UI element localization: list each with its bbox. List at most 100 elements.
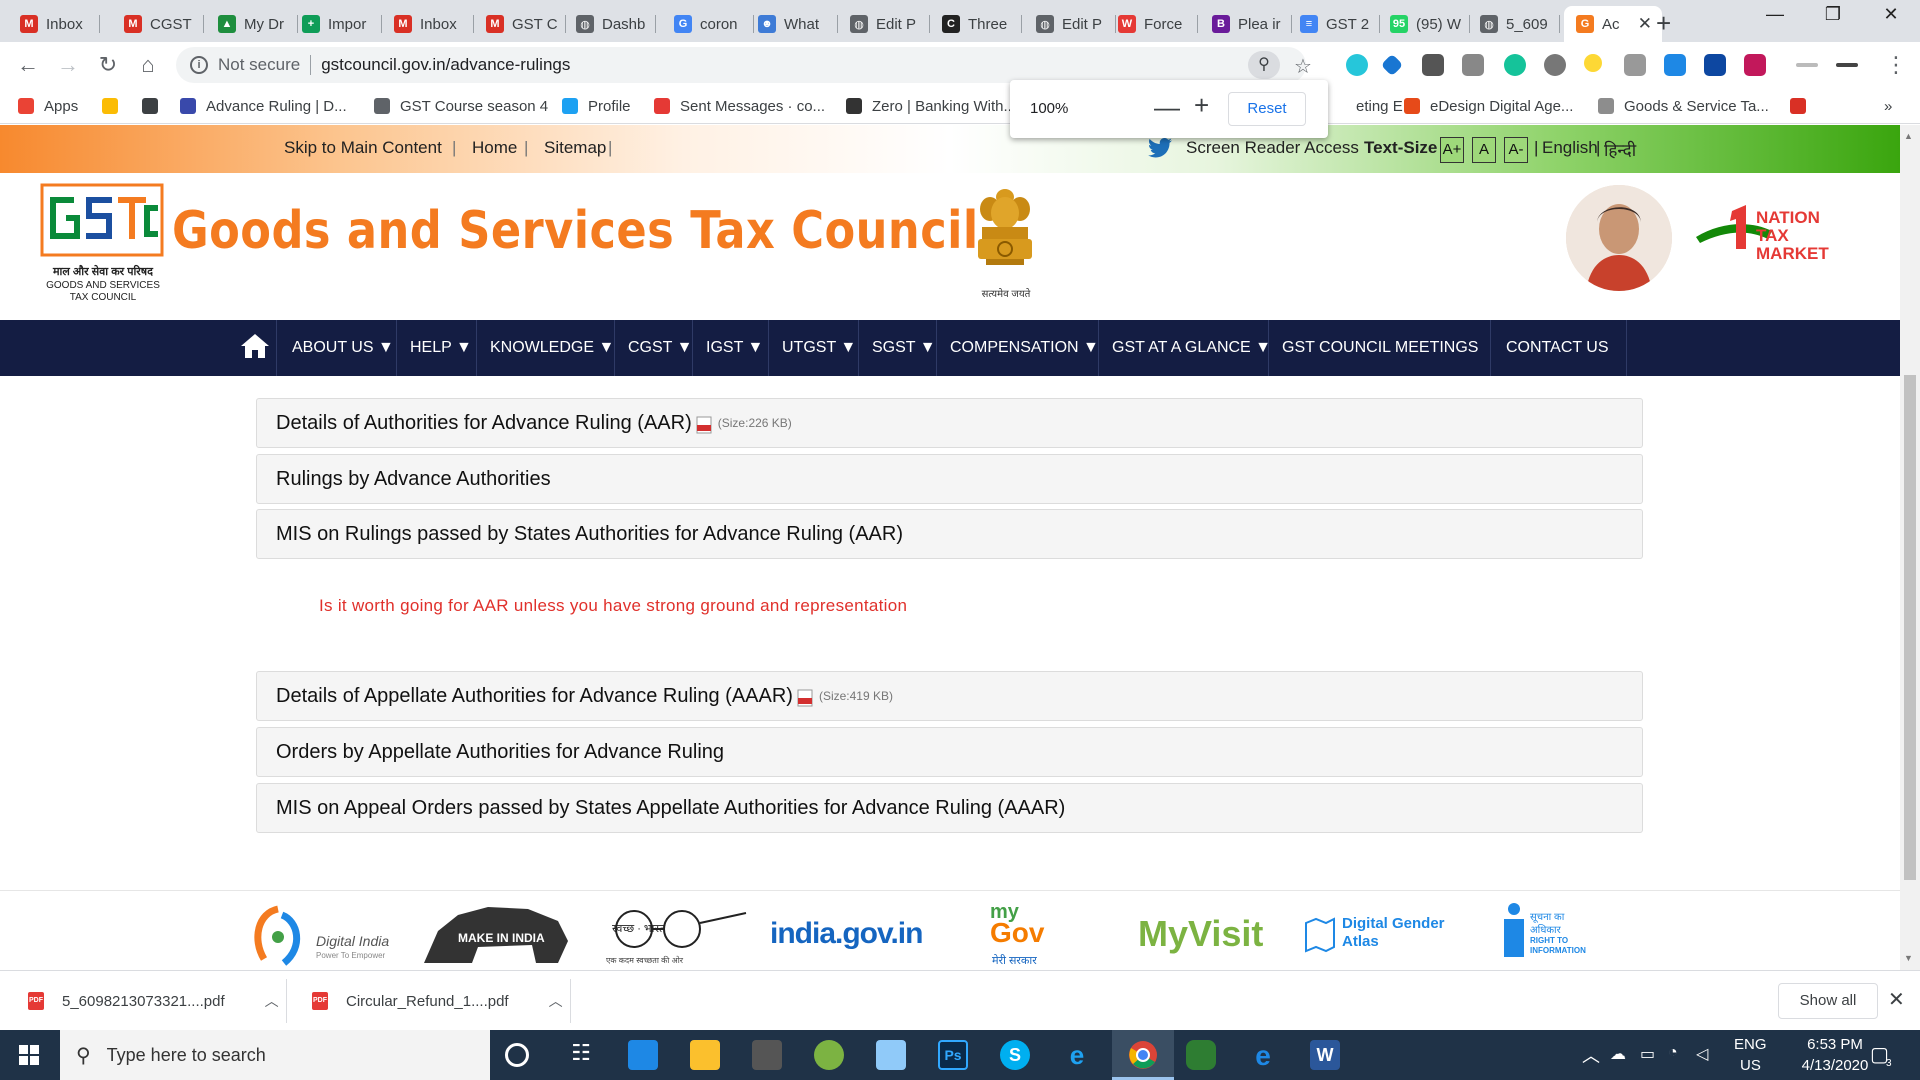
pdf-icon[interactable] [797, 689, 813, 707]
accordion-item[interactable]: MIS on Rulings passed by States Authorit… [256, 509, 1643, 559]
wifi-icon[interactable]: ◔ [1668, 1044, 1678, 1062]
bookmark-item[interactable]: Advance Ruling | D... [180, 94, 347, 118]
bookmark-item[interactable]: GST Course season 4 [374, 94, 548, 118]
bookmark-item[interactable]: eting E... [1330, 94, 1415, 118]
cortana-icon[interactable] [505, 1043, 529, 1067]
nav-item[interactable]: COMPENSATION ▼ [950, 320, 1099, 376]
twitter-icon[interactable] [1148, 137, 1172, 159]
browser-tab[interactable]: ◍ Dashb [564, 6, 656, 42]
home-icon[interactable] [240, 332, 270, 360]
pdf-icon[interactable] [696, 416, 712, 434]
reload-icon[interactable]: ↻ [94, 52, 122, 78]
nav-item[interactable]: GST AT A GLANCE ▼ [1112, 320, 1271, 376]
extension-bar-icon[interactable] [1836, 63, 1858, 67]
reading-list-icon[interactable] [1796, 63, 1818, 67]
clock-time[interactable]: 6:53 PM [1800, 1036, 1870, 1053]
task-view-icon[interactable]: ☷ [566, 1040, 596, 1070]
back-icon[interactable]: ← [14, 52, 42, 78]
accordion-item[interactable]: Details of Authorities for Advance Rulin… [256, 398, 1643, 448]
sheets-app-icon[interactable] [1186, 1040, 1216, 1070]
nav-item[interactable]: CONTACT US [1506, 320, 1609, 376]
close-window-icon[interactable]: ✕ [1868, 4, 1914, 25]
rti-logo[interactable]: सूचना का अधिकार RIGHT TO INFORMATION [1502, 901, 1612, 970]
clock-date[interactable]: 4/13/2020 [1792, 1057, 1878, 1074]
one-nation-one-tax-logo[interactable]: NATION TAX MARKET [1692, 201, 1862, 265]
extension-icon-fb[interactable] [1462, 54, 1484, 76]
paint-icon[interactable] [814, 1040, 844, 1070]
language-hindi[interactable]: हिन्दी [1604, 138, 1636, 161]
zoom-magnifier-icon[interactable]: ⚲ [1248, 51, 1280, 79]
zoom-in-button[interactable]: + [1194, 90, 1209, 121]
gst-council-logo[interactable] [40, 183, 164, 257]
make-in-india-logo[interactable]: MAKE IN INDIA [418, 901, 578, 970]
nav-item[interactable]: CGST ▼ [628, 320, 692, 376]
bookmark-item[interactable]: Profile [562, 94, 631, 118]
browser-tab[interactable]: C Three [930, 6, 1022, 42]
language-code[interactable]: ENG [1734, 1036, 1767, 1053]
skip-to-main-link[interactable]: Skip to Main Content [284, 138, 442, 158]
info-icon[interactable]: i [190, 56, 208, 74]
nav-item[interactable]: GST COUNCIL MEETINGS [1282, 320, 1478, 376]
close-download-shelf-icon[interactable]: ✕ [1888, 987, 1905, 1012]
bookmark-item[interactable]: Goods & Service Ta... [1598, 94, 1769, 118]
internet-explorer-icon[interactable]: e [1062, 1040, 1092, 1070]
text-size-normal[interactable]: A [1472, 137, 1496, 163]
show-hidden-icons[interactable]: ︿ [1582, 1042, 1600, 1068]
edge-icon[interactable]: e [1248, 1040, 1278, 1071]
browser-tab[interactable]: ☻ What [746, 6, 838, 42]
digital-india-logo[interactable]: Digital India Power To Empower [248, 901, 398, 970]
windows-start-icon[interactable] [0, 1030, 58, 1080]
browser-tab[interactable]: 95 (95) W [1378, 6, 1470, 42]
text-size-increase[interactable]: A+ [1440, 137, 1464, 163]
browser-tab[interactable]: G Ac ✕ [1564, 6, 1662, 42]
accordion-item[interactable]: Orders by Appellate Authorities for Adva… [256, 727, 1643, 777]
new-tab-button[interactable]: + [1656, 8, 1671, 39]
close-tab-icon[interactable]: ✕ [1634, 14, 1656, 34]
maximize-icon[interactable]: ❐ [1810, 4, 1856, 25]
extension-icon-w[interactable] [1422, 54, 1444, 76]
store-icon[interactable] [752, 1040, 782, 1070]
language-region[interactable]: US [1740, 1057, 1761, 1074]
nav-item[interactable]: ABOUT US ▼ [292, 320, 394, 376]
browser-tab[interactable]: M CGST [112, 6, 204, 42]
show-all-downloads-button[interactable]: Show all [1778, 983, 1878, 1019]
battery-icon[interactable]: ▭ [1640, 1044, 1655, 1064]
bookmarks-overflow-icon[interactable]: » [1884, 94, 1892, 118]
skype-icon[interactable]: S [1000, 1040, 1030, 1070]
home-icon[interactable]: ⌂ [134, 52, 162, 78]
bookmark-star-icon[interactable]: ☆ [1294, 54, 1312, 79]
word-icon[interactable]: W [1310, 1040, 1340, 1070]
browser-tab[interactable]: ▲ My Dr [206, 6, 298, 42]
chart-extension-icon[interactable] [1704, 54, 1726, 76]
new-extension-icon[interactable] [1744, 54, 1766, 76]
chrome-taskbar-active[interactable] [1112, 1030, 1174, 1080]
url-text[interactable]: gstcouncil.gov.in/advance-rulings [321, 55, 570, 75]
mygov-logo[interactable]: my Gov मेरी सरकार [988, 901, 1068, 970]
browser-tab[interactable]: ◍ 5_609 [1468, 6, 1560, 42]
file-explorer-icon[interactable] [690, 1040, 720, 1070]
volume-icon[interactable]: ◁ [1696, 1044, 1708, 1064]
bookmark-item[interactable]: Apps [18, 94, 78, 118]
accordion-item[interactable]: MIS on Appeal Orders passed by States Ap… [256, 783, 1643, 833]
scroll-down-icon[interactable]: ▼ [1904, 953, 1913, 963]
nav-item[interactable]: IGST ▼ [706, 320, 763, 376]
browser-tab[interactable]: W Force [1106, 6, 1198, 42]
browser-tab[interactable]: M GST C [474, 6, 566, 42]
bookmark-item[interactable]: Sent Messages · co... [654, 94, 825, 118]
accordion-item[interactable]: Details of Appellate Authorities for Adv… [256, 671, 1643, 721]
mail-app-icon[interactable] [628, 1040, 658, 1070]
download-extension-icon[interactable] [1664, 54, 1686, 76]
tablet-app-icon[interactable] [876, 1040, 906, 1070]
bookmark-item[interactable] [142, 94, 168, 118]
browser-tab[interactable]: Gcoron [662, 6, 754, 42]
cart-icon[interactable] [1624, 54, 1646, 76]
moon-icon[interactable] [1584, 54, 1602, 72]
scroll-up-icon[interactable]: ▲ [1904, 131, 1913, 141]
bookmark-item[interactable]: Zero | Banking With... [846, 94, 1016, 118]
taskbar-search-box[interactable]: ⚲ Type here to search [60, 1030, 490, 1080]
onedrive-icon[interactable]: ☁ [1610, 1044, 1626, 1064]
browser-tab[interactable]: ◍ Edit P [838, 6, 930, 42]
screen-reader-link[interactable]: Screen Reader Access [1186, 138, 1359, 158]
zoom-out-button[interactable]: — [1154, 92, 1180, 123]
photoshop-icon[interactable]: Ps [938, 1040, 968, 1070]
